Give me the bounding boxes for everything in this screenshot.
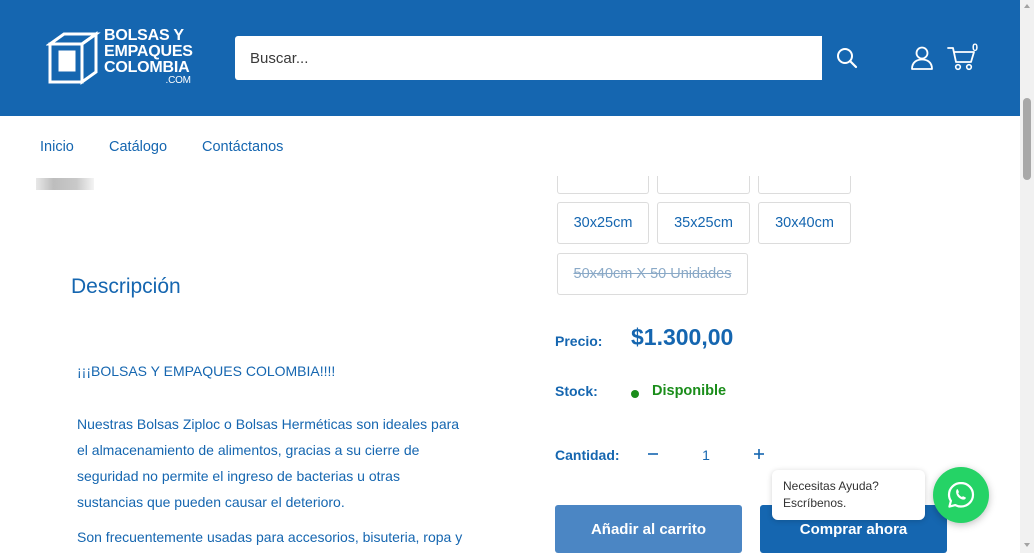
cart-count-badge: 0 — [972, 42, 979, 54]
product-thumbnail-edge[interactable] — [36, 178, 94, 190]
add-to-cart-button[interactable]: Añadir al carrito — [555, 505, 742, 553]
description-paragraph-2: Son frecuentemente usadas para accesorio… — [77, 529, 463, 545]
whatsapp-icon — [947, 481, 975, 508]
scroll-down-arrow-icon[interactable] — [1024, 543, 1030, 547]
logo-line-3: COLOMBIA — [104, 59, 190, 76]
search-input[interactable] — [235, 36, 822, 80]
page-scrollbar[interactable] — [1020, 0, 1034, 553]
user-icon[interactable] — [909, 45, 935, 71]
size-option-30x25[interactable]: 30x25cm — [557, 202, 649, 244]
stock-label: Stock: — [555, 383, 598, 399]
scrollbar-thumb[interactable] — [1023, 98, 1031, 180]
logo-wordmark: BOLSAS Y EMPAQUES COLOMBIA .COM — [104, 28, 193, 86]
size-option-hidden-1[interactable] — [557, 176, 649, 194]
whatsapp-help-bubble[interactable]: Necesitas Ayuda? Escríbenos. — [772, 470, 925, 520]
size-option-35x25[interactable]: 35x25cm — [657, 202, 750, 244]
search-icon — [836, 48, 857, 69]
description-title: Descripción — [71, 275, 181, 298]
scroll-up-arrow-icon[interactable] — [1024, 4, 1030, 8]
page: BOLSAS Y EMPAQUES COLOMBIA .COM Buscar..… — [0, 0, 1034, 553]
size-option-hidden-3[interactable] — [758, 176, 851, 194]
logo-cube-icon — [46, 31, 101, 85]
main-nav: Inicio Catálogo Contáctanos — [0, 116, 1020, 178]
price-label: Precio: — [555, 333, 603, 349]
stock-status: Disponible — [652, 383, 727, 399]
description-intro: ¡¡¡BOLSAS Y EMPAQUES COLOMBIA!!!! — [77, 363, 336, 379]
nav-item-contactanos[interactable]: Contáctanos — [202, 139, 283, 155]
search-bar — [235, 36, 871, 80]
whatsapp-help-line-1: Necesitas Ayuda? — [783, 479, 879, 493]
size-option-30x40[interactable]: 30x40cm — [758, 202, 851, 244]
plus-icon — [754, 449, 764, 459]
size-option-hidden-2[interactable] — [657, 176, 750, 194]
description-paragraph: Nuestras Bolsas Ziploc o Bolsas Hermétic… — [77, 416, 460, 510]
site-header: BOLSAS Y EMPAQUES COLOMBIA .COM Buscar..… — [0, 0, 1020, 116]
quantity-input[interactable]: 1 — [690, 447, 722, 463]
whatsapp-help-line-2: Escríbenos. — [783, 496, 847, 510]
stock-status-dot-icon — [631, 390, 639, 398]
product-price: $1.300,00 — [631, 324, 734, 350]
quantity-decrease-button[interactable] — [643, 443, 663, 465]
minus-icon — [648, 453, 658, 455]
quantity-label: Cantidad: — [555, 447, 620, 463]
site-logo[interactable]: BOLSAS Y EMPAQUES COLOMBIA .COM — [46, 28, 196, 88]
logo-line-2: EMPAQUES — [104, 43, 193, 60]
logo-suffix: .COM — [165, 75, 191, 86]
quantity-increase-button[interactable] — [749, 443, 769, 465]
search-button[interactable] — [822, 36, 871, 80]
size-option-50x40-unavailable[interactable]: 50x40cm X 50 Unidades — [557, 253, 748, 295]
logo-line-1: BOLSAS Y — [104, 27, 184, 44]
nav-item-inicio[interactable]: Inicio — [40, 139, 74, 155]
nav-item-catalogo[interactable]: Catálogo — [109, 139, 167, 155]
whatsapp-button[interactable] — [933, 467, 989, 523]
